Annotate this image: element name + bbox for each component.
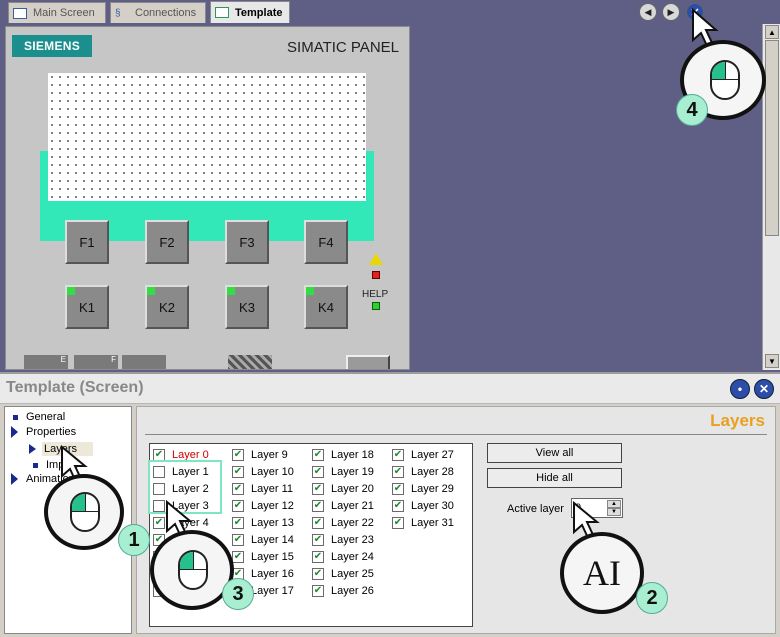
text-cursor-icon: AI xyxy=(583,553,621,593)
step-number: 1 xyxy=(118,524,150,556)
mouse-icon xyxy=(70,492,100,532)
mouse-callout xyxy=(150,530,234,610)
mouse-icon xyxy=(710,60,740,100)
mouse-icon xyxy=(178,550,208,590)
text-cursor-callout: AI xyxy=(560,532,644,614)
step-number: 4 xyxy=(676,94,708,126)
callout-overlay xyxy=(61,7,719,542)
step-number: 3 xyxy=(222,578,254,610)
step-number: 2 xyxy=(636,582,668,614)
mouse-callout xyxy=(44,474,124,550)
